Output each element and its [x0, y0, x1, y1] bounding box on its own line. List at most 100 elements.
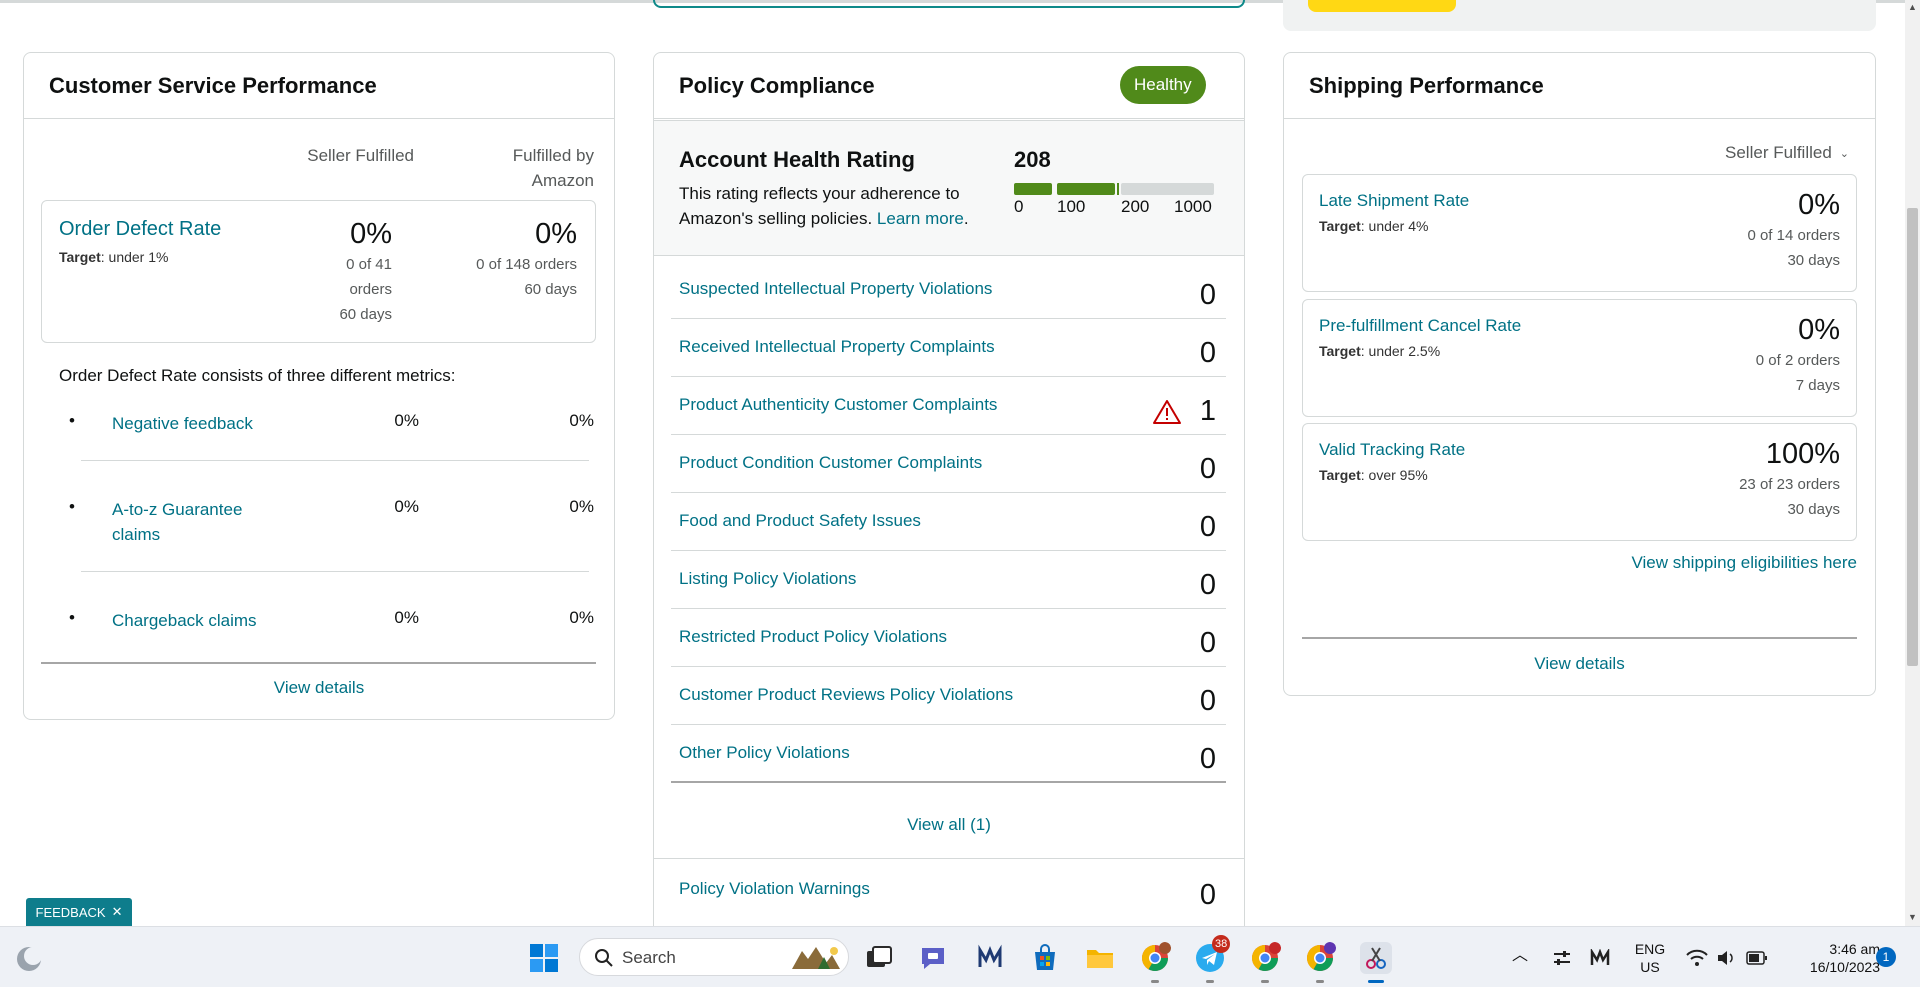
account-health-rating-box: Account Health Rating This rating reflec… — [654, 120, 1244, 256]
fulfillment-dropdown[interactable]: Seller Fulfilled ⌄ — [1725, 143, 1849, 163]
windows-start-icon[interactable] — [528, 942, 560, 974]
vertical-scrollbar[interactable]: ▲ ▼ — [1905, 0, 1920, 926]
search-icon — [595, 949, 613, 967]
clock[interactable]: 3:46 am 16/10/2023 — [1776, 940, 1880, 976]
chevron-down-icon: ⌄ — [1839, 147, 1849, 160]
policy-warnings-row: Policy Violation Warnings 0 — [679, 879, 1216, 911]
policy-row-link[interactable]: Other Policy Violations — [679, 743, 850, 763]
ahr-bar-marker — [1117, 183, 1119, 195]
sp-view-details-link[interactable]: View details — [1284, 654, 1875, 674]
seller-fulfilled-column-header: Seller Fulfilled — [307, 146, 414, 165]
policy-row-link[interactable]: Food and Product Safety Issues — [679, 511, 921, 531]
policy-row-link[interactable]: Restricted Product Policy Violations — [679, 627, 947, 647]
feedback-button[interactable]: FEEDBACK ✕ — [26, 898, 132, 926]
snipping-tool-icon[interactable] — [1360, 942, 1392, 974]
microsoft-store-icon[interactable] — [1029, 942, 1061, 974]
footer-divider — [1302, 637, 1857, 639]
close-icon[interactable]: ✕ — [112, 904, 123, 920]
shipping-performance-header: Shipping Performance — [1284, 53, 1875, 119]
customer-service-header: Customer Service Performance — [24, 53, 614, 119]
warning-icon — [1153, 400, 1181, 424]
learn-more-link[interactable]: Learn more — [877, 209, 964, 228]
chrome-profile-icon[interactable] — [1139, 942, 1171, 974]
volume-icon[interactable] — [1716, 949, 1736, 967]
healthy-status-badge: Healthy — [1120, 66, 1206, 104]
app-m-icon[interactable] — [974, 942, 1006, 974]
taskbar-search[interactable]: Search — [579, 938, 849, 976]
chrome-icon[interactable] — [1304, 942, 1336, 974]
valid-tracking-rate-link[interactable]: Valid Tracking Rate — [1319, 440, 1465, 460]
policy-row: Suspected Intellectual Property Violatio… — [671, 261, 1226, 319]
view-all-link[interactable]: View all (1) — [654, 815, 1244, 835]
odr-target: Target: under 1% — [59, 249, 169, 265]
cancel-rate-box: Pre-fulfillment Cancel Rate Target: unde… — [1302, 299, 1857, 417]
negative-feedback-link[interactable]: Negative feedback — [112, 411, 282, 436]
teams-chat-icon[interactable] — [918, 942, 950, 974]
metric-divider — [81, 571, 589, 572]
fba-column-header: Fulfilled by Amazon — [512, 146, 594, 190]
footer-divider — [41, 662, 596, 664]
policy-warnings-link[interactable]: Policy Violation Warnings — [679, 879, 870, 899]
weather-widget-icon[interactable] — [14, 944, 44, 974]
policy-row: Received Intellectual Property Complaint… — [671, 319, 1226, 377]
odr-fba-value: 0% 0 of 148 orders 60 days — [476, 218, 577, 298]
shipping-performance-title: Shipping Performance — [1309, 72, 1544, 98]
chrome-icon[interactable] — [1249, 942, 1281, 974]
notification-badge[interactable]: 1 — [1876, 947, 1896, 967]
ahr-rating-bar — [1014, 183, 1214, 195]
late-shipment-rate-box: Late Shipment Rate Target: under 4% 0% 0… — [1302, 174, 1857, 292]
policy-row: Product Authenticity Customer Complaints… — [671, 377, 1226, 435]
a-to-z-claims-link[interactable]: A-to-z Guarantee claims — [112, 497, 282, 547]
tray-app-icon[interactable] — [1590, 949, 1610, 967]
ahr-title: Account Health Rating — [679, 147, 915, 172]
ahr-tick: 100 — [1057, 197, 1086, 216]
order-defect-rate-box: Order Defect Rate Target: under 1% 0% 0 … — [41, 200, 596, 343]
scroll-up-icon[interactable]: ▲ — [1908, 2, 1917, 12]
policy-row: Other Policy Violations 0 — [671, 725, 1226, 783]
customer-service-card: Customer Service Performance Seller Fulf… — [23, 52, 615, 720]
task-view-icon[interactable] — [863, 942, 895, 974]
cancel-rate-link[interactable]: Pre-fulfillment Cancel Rate — [1319, 316, 1521, 336]
ahr-tick: 0 — [1014, 197, 1024, 216]
policy-row: Customer Product Reviews Policy Violatio… — [671, 667, 1226, 725]
customer-service-title: Customer Service Performance — [49, 72, 377, 98]
policy-row-link[interactable]: Product Condition Customer Complaints — [679, 453, 982, 473]
scrollbar-thumb[interactable] — [1907, 208, 1918, 666]
ahr-tick: 1000 — [1174, 197, 1212, 216]
page-viewport: Customer Service Performance Seller Fulf… — [0, 0, 1905, 926]
search-highlight-icon — [792, 947, 840, 969]
scroll-down-icon[interactable]: ▼ — [1908, 912, 1917, 922]
policy-row-link[interactable]: Product Authenticity Customer Complaints — [679, 395, 997, 415]
section-divider — [654, 858, 1244, 859]
ahr-tick: 200 — [1121, 197, 1150, 216]
ahr-score: 208 — [1014, 147, 1051, 172]
policy-row-link[interactable]: Listing Policy Violations — [679, 569, 856, 589]
policy-row: Product Condition Customer Complaints 0 — [671, 435, 1226, 493]
policy-row-link[interactable]: Suspected Intellectual Property Violatio… — [679, 279, 992, 299]
late-shipment-rate-link[interactable]: Late Shipment Rate — [1319, 191, 1469, 211]
ahr-bar-segment-high — [1121, 183, 1214, 195]
scrolled-card-edge — [653, 0, 1245, 8]
shipping-eligibilities-link[interactable]: View shipping eligibilities here — [1631, 553, 1857, 573]
scrolled-button-edge[interactable] — [1308, 0, 1456, 12]
policy-compliance-card: Policy Compliance Healthy Account Health… — [653, 52, 1245, 926]
ahr-bar-segment-mid — [1057, 183, 1115, 195]
policy-row: Restricted Product Policy Violations 0 — [671, 609, 1226, 667]
policy-row-link[interactable]: Received Intellectual Property Complaint… — [679, 337, 995, 357]
ahr-description: This rating reflects your adherence to A… — [679, 184, 969, 228]
policy-row: Listing Policy Violations 0 — [671, 551, 1226, 609]
policy-compliance-title: Policy Compliance — [679, 72, 875, 98]
settings-sliders-icon[interactable] — [1552, 949, 1572, 967]
cs-view-details-link[interactable]: View details — [24, 678, 614, 698]
language-indicator[interactable]: ENG US — [1630, 940, 1670, 976]
wifi-icon[interactable] — [1686, 949, 1708, 967]
battery-icon[interactable] — [1746, 950, 1768, 966]
file-explorer-icon[interactable] — [1084, 942, 1116, 974]
valid-tracking-rate-box: Valid Tracking Rate Target: over 95% 100… — [1302, 423, 1857, 541]
chevron-up-icon[interactable]: ︿ — [1512, 947, 1528, 965]
order-defect-rate-link[interactable]: Order Defect Rate — [59, 218, 221, 241]
odr-seller-value: 0% 0 of 41 orders 60 days — [339, 218, 392, 323]
policy-row-link[interactable]: Customer Product Reviews Policy Violatio… — [679, 685, 1013, 705]
odr-description: Order Defect Rate consists of three diff… — [59, 366, 456, 385]
chargeback-claims-link[interactable]: Chargeback claims — [112, 608, 282, 633]
